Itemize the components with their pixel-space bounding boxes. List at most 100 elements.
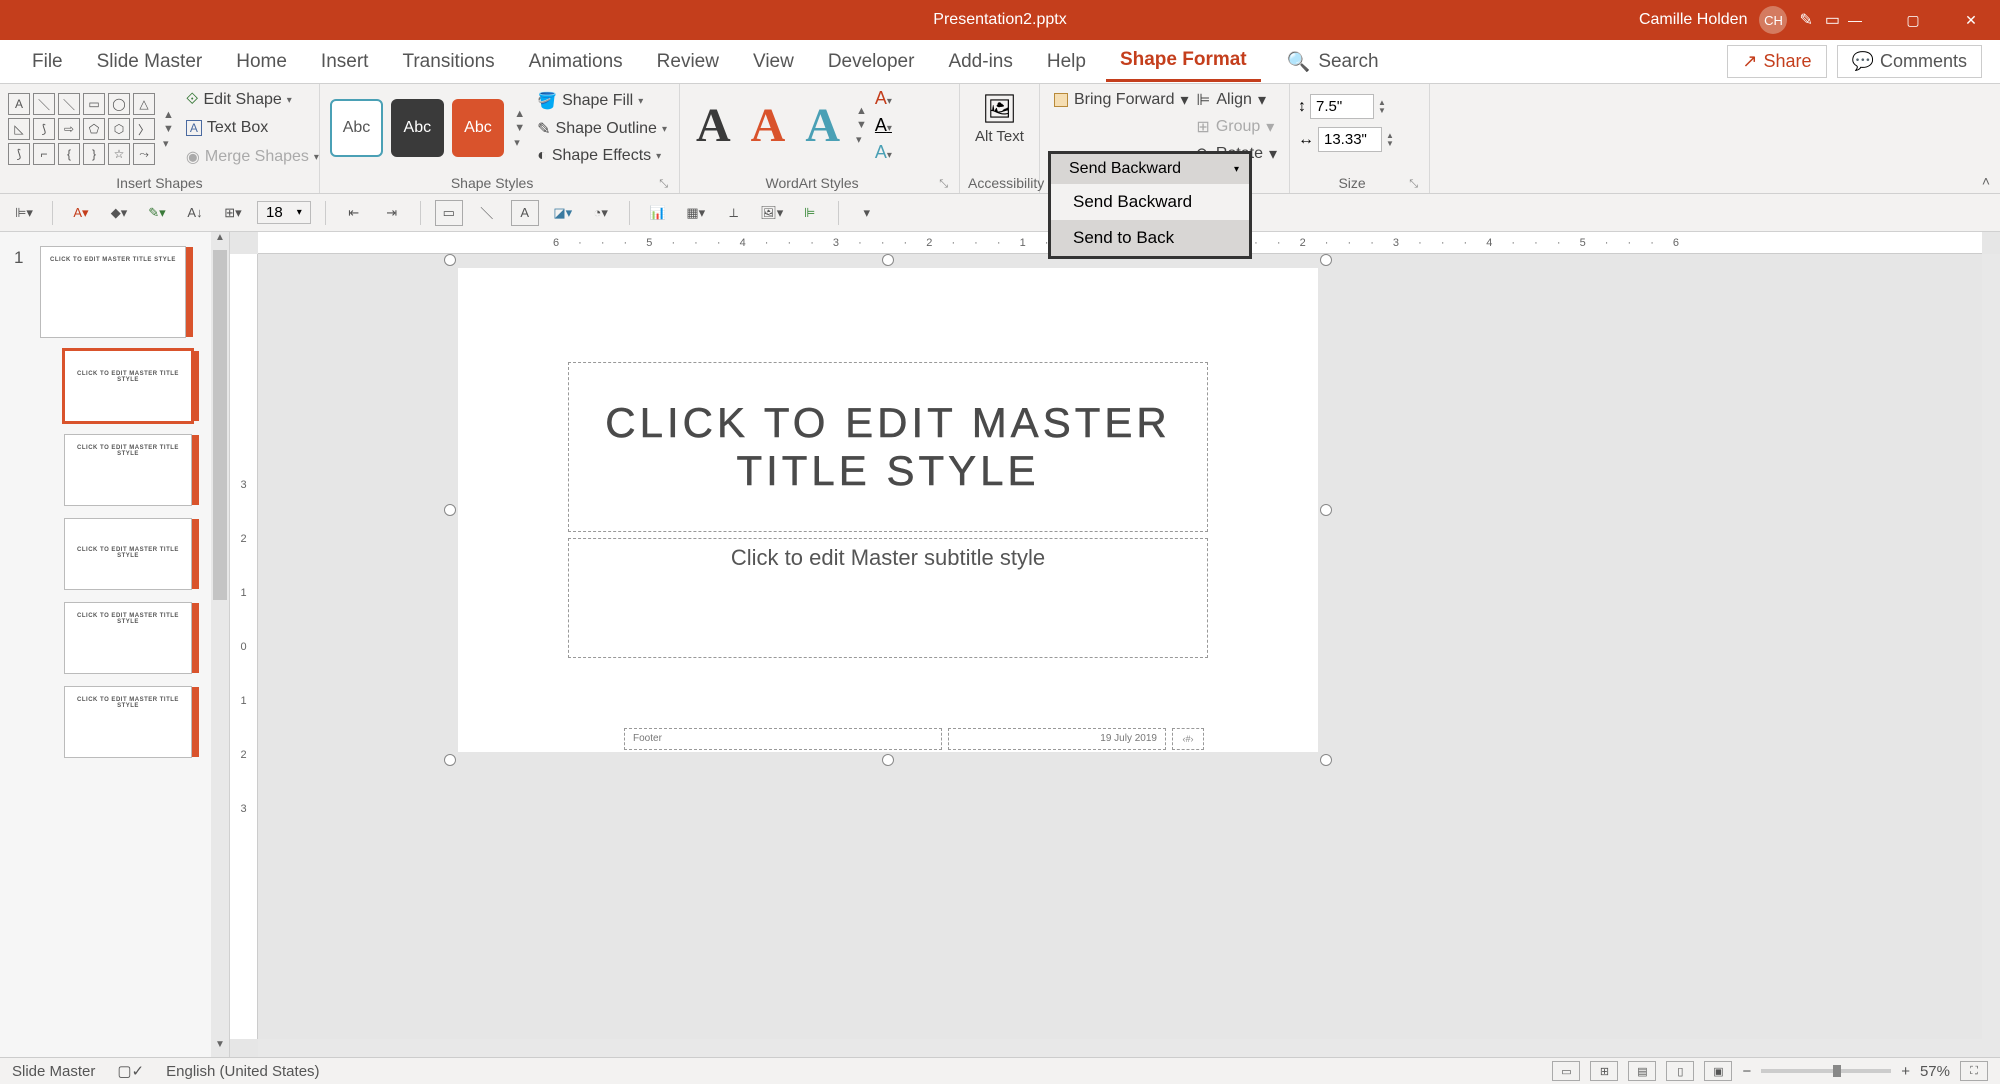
shape-effects-button[interactable]: ◐Shape Effects▾	[533, 144, 671, 168]
styles-more-icon[interactable]: ▾	[514, 136, 525, 149]
width-down[interactable]: ▼	[1386, 140, 1394, 148]
wordart-more-icon[interactable]: ▾	[856, 133, 867, 146]
minimize-button[interactable]: —	[1826, 0, 1884, 40]
style-swatch-1[interactable]: Abc	[330, 99, 383, 157]
slidenum-placeholder[interactable]: ‹#›	[1172, 728, 1204, 750]
indent-left-icon[interactable]: ⇤	[340, 200, 368, 226]
draw-icon[interactable]: ✎	[1799, 10, 1812, 30]
tab-developer[interactable]: Developer	[814, 43, 929, 81]
text-outline-button[interactable]: A▾	[875, 115, 892, 136]
fit-button[interactable]: ⛶	[1960, 1061, 1988, 1081]
horizontal-scrollbar[interactable]	[258, 1039, 2000, 1057]
canvas-area[interactable]: CLICK TO EDIT MASTER TITLE STYLE Click t…	[258, 254, 2000, 1039]
tab-slide-master[interactable]: Slide Master	[83, 43, 217, 81]
rect-tool-icon[interactable]: ▭	[435, 200, 463, 226]
share-button[interactable]: ↗ Share	[1727, 45, 1826, 78]
alt-text-button[interactable]: Alt Text	[968, 125, 1031, 148]
tab-transitions[interactable]: Transitions	[388, 43, 508, 81]
maximize-button[interactable]: ▢	[1884, 0, 1942, 40]
shape-styles-launcher[interactable]: ⤡	[656, 178, 671, 191]
fill-color-icon[interactable]: ◆▾	[105, 200, 133, 226]
zoom-knob[interactable]	[1833, 1065, 1841, 1077]
style-swatch-3[interactable]: Abc	[452, 99, 505, 157]
presenter-button[interactable]: ▣	[1704, 1061, 1732, 1081]
overflow-icon[interactable]: ▾	[853, 200, 881, 226]
shape-fill-button[interactable]: 🪣Shape Fill▾	[533, 88, 671, 114]
panel-scrollbar[interactable]: ▲ ▼	[211, 232, 229, 1057]
width-input[interactable]: ↔ ▲▼	[1298, 127, 1421, 152]
subtitle-placeholder[interactable]: Click to edit Master subtitle style	[568, 538, 1208, 658]
zoom-out-button[interactable]: −	[1742, 1063, 1751, 1080]
edit-shape-button[interactable]: ⟐Edit Shape▾	[182, 88, 323, 112]
indent-right-icon[interactable]: ⇥	[378, 200, 406, 226]
shape-arrow-icon[interactable]: ⇨	[58, 118, 80, 140]
shape-brace-icon[interactable]: {	[58, 143, 80, 165]
zoom-slider[interactable]	[1761, 1069, 1891, 1073]
handle-tr[interactable]	[1320, 254, 1332, 266]
comments-button[interactable]: 💬 Comments	[1837, 45, 1982, 78]
tab-shape-format[interactable]: Shape Format	[1106, 41, 1261, 82]
table-icon[interactable]: ▦▾	[682, 200, 710, 226]
gallery-down-icon[interactable]: ▼	[163, 123, 174, 135]
shape-curve-icon[interactable]: ⟆	[33, 118, 55, 140]
sort-icon[interactable]: A↓	[181, 200, 209, 226]
shape-textbox-icon[interactable]: A	[8, 93, 30, 115]
tab-animations[interactable]: Animations	[515, 43, 637, 81]
shapes-gallery[interactable]: A ＼ ＼ ▭ ◯ △ ◺ ⟆ ⇨ ⬠ ⬡ 〉 ⟆ ⌐ { } ☆ ⤳	[8, 93, 155, 165]
style-swatch-2[interactable]: Abc	[391, 99, 444, 157]
text-fill-button[interactable]: A▾	[875, 88, 892, 109]
shape-connector-icon[interactable]: ⤳	[133, 143, 155, 165]
handle-bm[interactable]	[882, 754, 894, 766]
normal-view-button[interactable]: ▭	[1552, 1061, 1580, 1081]
search-box[interactable]: 🔍 Search	[1287, 50, 1379, 74]
wordart-style-3[interactable]: A	[797, 98, 848, 153]
send-backward-split-button[interactable]: Send Backward▾	[1051, 154, 1249, 184]
styles-up-icon[interactable]: ▲	[514, 108, 525, 120]
line-tool-icon[interactable]: ＼	[473, 200, 501, 226]
handle-tm[interactable]	[882, 254, 894, 266]
sorter-view-button[interactable]: ⊞	[1590, 1061, 1618, 1081]
tab-file[interactable]: File	[18, 43, 77, 81]
height-down[interactable]: ▼	[1378, 107, 1386, 115]
close-button[interactable]: ✕	[1942, 0, 2000, 40]
tab-view[interactable]: View	[739, 43, 808, 81]
text-effects-button[interactable]: A▾	[875, 142, 892, 163]
zoom-in-button[interactable]: +	[1901, 1063, 1910, 1080]
arrange-drop-icon[interactable]: ⊞▾	[219, 200, 247, 226]
align-drop-icon[interactable]: ⊫▾	[10, 200, 38, 226]
layout-thumbnail-3[interactable]: CLICK TO EDIT MASTER TITLE STYLE	[64, 518, 192, 590]
crop-icon[interactable]: ⟂	[720, 200, 748, 226]
shape-oval-icon[interactable]: ◯	[108, 93, 130, 115]
layout-thumbnail-4[interactable]: CLICK TO EDIT MASTER TITLE STYLE	[64, 602, 192, 674]
layout-thumbnail-2[interactable]: CLICK TO EDIT MASTER TITLE STYLE	[64, 434, 192, 506]
gallery-up-icon[interactable]: ▲	[163, 109, 174, 121]
shape-outline-button[interactable]: ✎Shape Outline▾	[533, 116, 671, 142]
menu-send-to-back[interactable]: Send to Back	[1051, 220, 1249, 256]
user-avatar[interactable]: CH	[1759, 6, 1787, 34]
distribute-icon[interactable]: ⊫	[796, 200, 824, 226]
picture-icon[interactable]: 🖼▾	[758, 200, 786, 226]
handle-ml[interactable]	[444, 504, 456, 516]
date-placeholder[interactable]: 19 July 2019	[948, 728, 1166, 750]
size-launcher[interactable]: ⤡	[1406, 178, 1421, 191]
shape-hexagon-icon[interactable]: ⬡	[108, 118, 130, 140]
height-field[interactable]	[1310, 94, 1374, 119]
title-placeholder[interactable]: CLICK TO EDIT MASTER TITLE STYLE	[568, 362, 1208, 532]
slide-canvas[interactable]: CLICK TO EDIT MASTER TITLE STYLE Click t…	[458, 268, 1318, 752]
text-box-button[interactable]: AText Box	[182, 116, 323, 140]
handle-tl[interactable]	[444, 254, 456, 266]
shape-star-icon[interactable]: ☆	[108, 143, 130, 165]
shape-pentagon-icon[interactable]: ⬠	[83, 118, 105, 140]
width-field[interactable]	[1318, 127, 1382, 152]
shape-chevron-icon[interactable]: 〉	[133, 118, 155, 140]
scroll-up-icon[interactable]: ▲	[211, 232, 229, 250]
layout-thumbnail-5[interactable]: CLICK TO EDIT MASTER TITLE STYLE	[64, 686, 192, 758]
shape-line2-icon[interactable]: ＼	[58, 93, 80, 115]
zoom-level[interactable]: 57%	[1920, 1063, 1950, 1080]
textbox-tool-icon[interactable]: A	[511, 200, 539, 226]
styles-down-icon[interactable]: ▼	[514, 122, 525, 134]
wordart-launcher[interactable]: ⤡	[936, 178, 951, 191]
tab-help[interactable]: Help	[1033, 43, 1100, 81]
font-size-combo[interactable]: 18▾	[257, 201, 311, 224]
handle-mr[interactable]	[1320, 504, 1332, 516]
